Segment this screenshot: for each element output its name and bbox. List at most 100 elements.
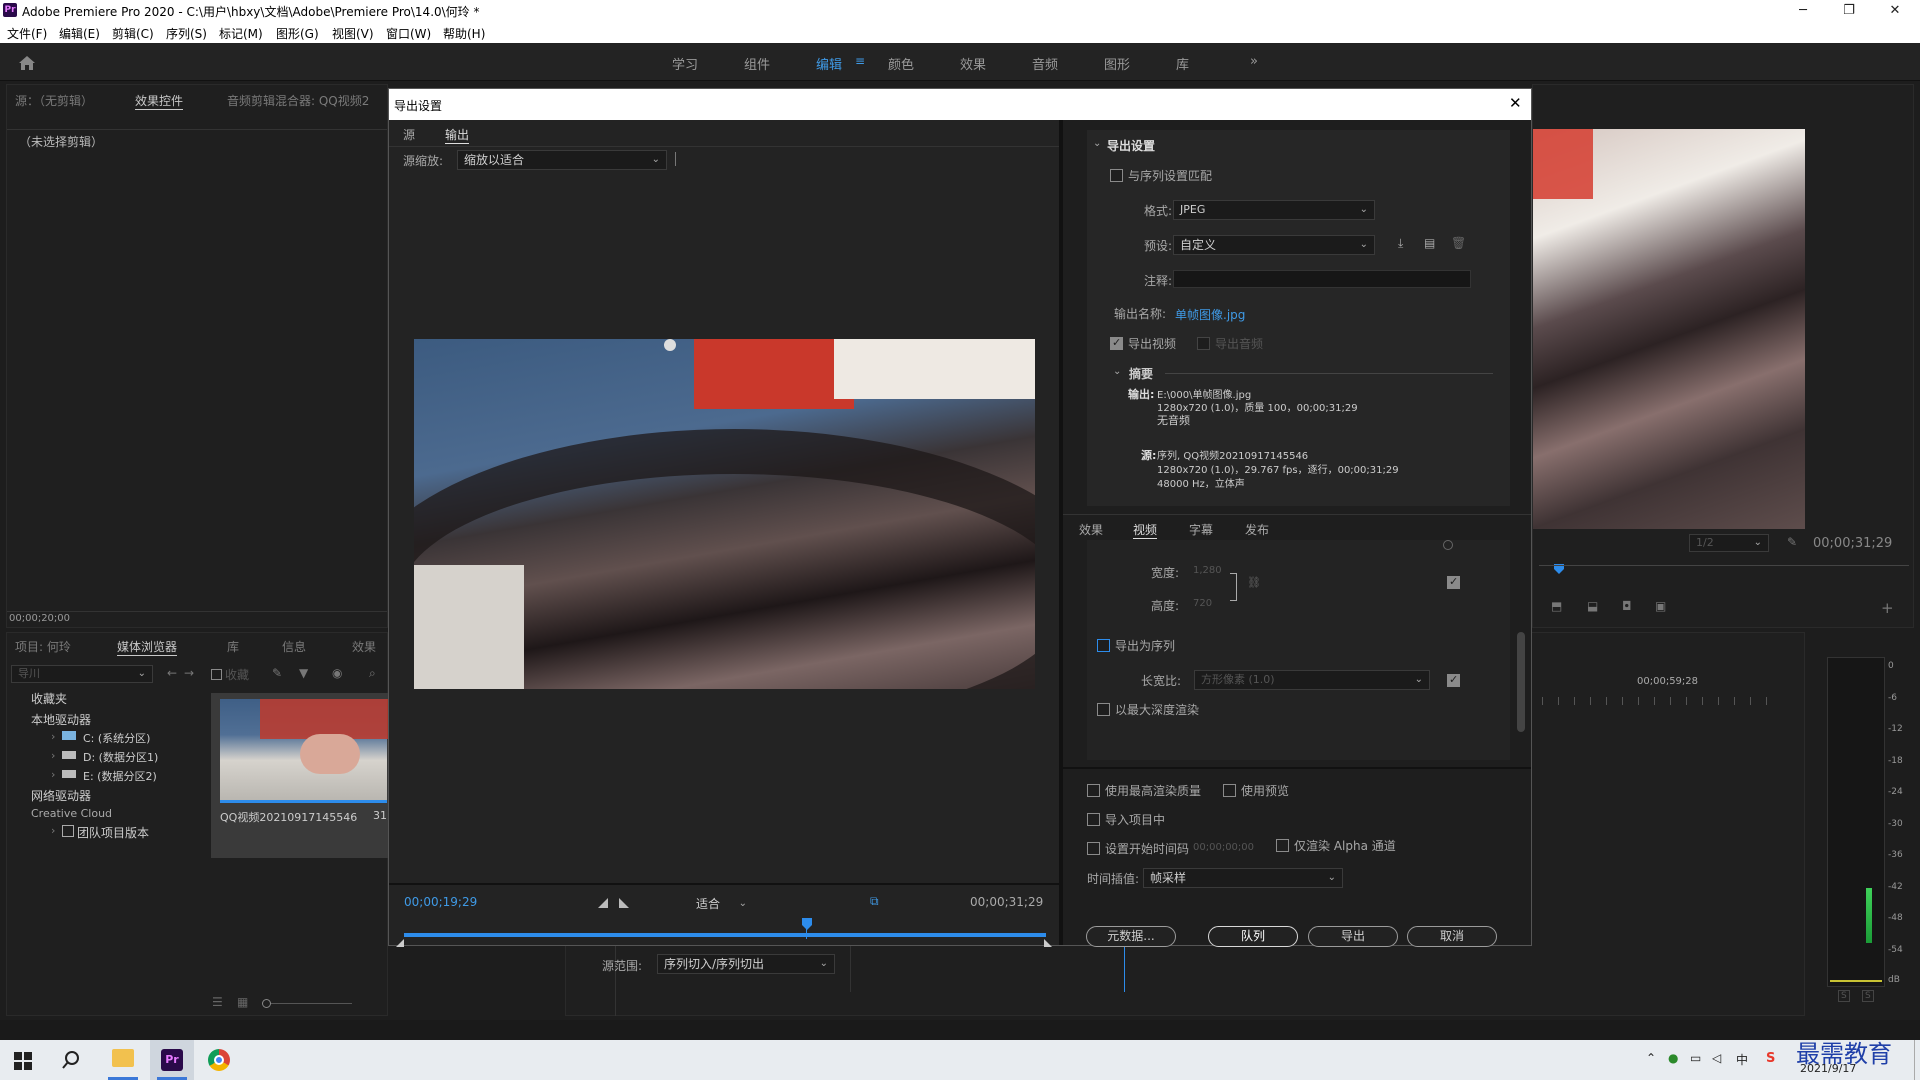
match-sequence-checkbox[interactable]: [1110, 169, 1123, 182]
preset-dropdown[interactable]: 自定义 ⌄: [1173, 235, 1375, 255]
windows-start-icon[interactable]: [14, 1052, 32, 1070]
range-in-handle[interactable]: [395, 938, 405, 948]
close-window-button[interactable]: ✕: [1872, 0, 1918, 21]
max-quality-checkbox[interactable]: [1087, 784, 1100, 797]
tab-effect-controls[interactable]: 效果控件: [135, 92, 184, 110]
settings-scrollbar[interactable]: [1517, 632, 1525, 732]
media-browser-path-dropdown[interactable]: 导川 ⌄: [11, 665, 153, 683]
export-video-checkbox[interactable]: [1110, 336, 1123, 350]
add-button-icon[interactable]: +: [1881, 599, 1894, 617]
delete-preset-icon[interactable]: 🗑: [1451, 236, 1466, 250]
menu-help[interactable]: 帮助(H): [443, 25, 485, 42]
tab-project[interactable]: 项目: 何玲: [15, 638, 71, 655]
sogou-icon[interactable]: S: [1766, 1051, 1775, 1066]
tree-network-drives[interactable]: 网络驱动器: [31, 787, 91, 804]
ws-tab-assembly[interactable]: 组件: [744, 54, 770, 73]
compare-icon[interactable]: ▣: [1655, 599, 1666, 613]
max-depth-checkbox[interactable]: [1097, 703, 1110, 716]
tab-source[interactable]: 源：（无剪辑）: [15, 92, 93, 109]
ws-tab-color[interactable]: 颜色: [888, 54, 914, 73]
camera-icon[interactable]: ◘: [1622, 599, 1632, 613]
menu-edit[interactable]: 编辑(E): [59, 25, 100, 42]
view-eye-icon[interactable]: ◉: [332, 666, 342, 680]
tray-app-icon[interactable]: ●: [1668, 1051, 1678, 1065]
tree-drive-c[interactable]: C: (系统分区): [83, 730, 150, 746]
tab-captions-settings[interactable]: 字幕: [1189, 521, 1213, 538]
list-view-icon[interactable]: ☰: [212, 995, 223, 1009]
range-out-handle[interactable]: [1043, 938, 1053, 948]
dialog-close-button[interactable]: ✕: [1509, 94, 1522, 112]
menu-clip[interactable]: 剪辑(C): [112, 25, 154, 42]
width-value[interactable]: 1,280: [1193, 565, 1222, 576]
export-audio-checkbox[interactable]: [1197, 337, 1210, 350]
fit-dropdown[interactable]: 适合 ⌄: [689, 894, 754, 914]
taskbar-premiere-slot[interactable]: Pr: [150, 1040, 194, 1080]
menu-window[interactable]: 窗口(W): [386, 25, 431, 42]
media-thumbnail-card[interactable]: QQ视频20210917145546 31;2: [211, 693, 398, 858]
search-icon[interactable]: ⌕: [369, 666, 376, 681]
tab-video-settings[interactable]: 视频: [1133, 521, 1158, 539]
tab-publish-settings[interactable]: 发布: [1245, 521, 1269, 538]
menu-marker[interactable]: 标记(M): [219, 25, 263, 42]
quality-slider-handle[interactable]: [1443, 540, 1453, 550]
cancel-button[interactable]: 取消: [1407, 926, 1497, 947]
meter-solo-left[interactable]: S: [1838, 990, 1850, 1002]
aspect-correction-icon[interactable]: ⧉: [870, 894, 879, 909]
ws-tab-learn[interactable]: 学习: [672, 54, 698, 73]
ime-indicator[interactable]: 中: [1736, 1051, 1748, 1068]
menu-sequence[interactable]: 序列(S): [166, 25, 207, 42]
aspect-ratio-dropdown[interactable]: 方形像素 (1.0) ⌄: [1194, 670, 1430, 690]
comment-input[interactable]: [1173, 270, 1471, 288]
collapse-chevron-icon[interactable]: ⌄: [1093, 138, 1101, 149]
queue-button[interactable]: 队列: [1208, 926, 1298, 947]
home-icon[interactable]: [18, 55, 36, 71]
menu-file[interactable]: 文件(F): [7, 25, 47, 42]
import-preset-icon[interactable]: ▤: [1424, 236, 1435, 250]
wrench-icon[interactable]: ✎: [272, 666, 282, 680]
ws-menu-icon[interactable]: ≡: [855, 54, 865, 68]
tree-local-drives[interactable]: 本地驱动器: [31, 711, 91, 728]
source-scale-dropdown[interactable]: 缩放以适合 ⌄: [457, 150, 667, 170]
zoom-slider-handle[interactable]: [262, 999, 271, 1008]
tab-media-browser[interactable]: 媒体浏览器: [117, 638, 178, 656]
tab-effects[interactable]: 效果: [352, 638, 376, 655]
ws-tab-effects[interactable]: 效果: [960, 54, 986, 73]
back-arrow-icon[interactable]: ←: [167, 666, 177, 680]
expand-icon[interactable]: ›: [51, 749, 55, 762]
tab-audio-mixer[interactable]: 音频剪辑混合器: QQ视频2: [227, 92, 369, 109]
export-button[interactable]: 导出: [1308, 926, 1398, 947]
menu-graphics[interactable]: 图形(G): [276, 25, 319, 42]
time-interp-dropdown[interactable]: 帧采样 ⌄: [1143, 868, 1343, 888]
alpha-only-checkbox[interactable]: [1276, 839, 1289, 852]
tree-drive-e[interactable]: E: (数据分区2): [83, 768, 157, 784]
save-preset-icon[interactable]: ⤓: [1398, 236, 1403, 251]
ws-tab-graphics[interactable]: 图形: [1104, 54, 1130, 73]
import-project-checkbox[interactable]: [1087, 813, 1100, 826]
source-range-bar[interactable]: [404, 933, 1046, 937]
meter-solo-right[interactable]: S: [1862, 990, 1874, 1002]
tab-library[interactable]: 库: [227, 638, 239, 655]
tree-team-projects[interactable]: 团队项目版本: [77, 824, 149, 841]
volume-icon[interactable]: ◁: [1712, 1051, 1721, 1065]
tab-output-preview[interactable]: 输出: [445, 126, 470, 144]
preview-playhead-icon[interactable]: [801, 917, 813, 931]
tab-effects-settings[interactable]: 效果: [1079, 521, 1103, 538]
show-desktop-button[interactable]: [1914, 1040, 1920, 1080]
tray-up-arrow-icon[interactable]: ⌃: [1646, 1051, 1656, 1065]
lift-icon[interactable]: ⬒: [1551, 599, 1562, 613]
favorites-checkbox[interactable]: [211, 669, 222, 680]
file-explorer-icon[interactable]: [112, 1049, 134, 1067]
network-icon[interactable]: ▭: [1690, 1051, 1701, 1065]
tree-favorites[interactable]: 收藏夹: [31, 690, 67, 707]
start-timecode-value[interactable]: 00;00;00;00: [1193, 842, 1254, 853]
output-name-link[interactable]: 单帧图像.jpg: [1175, 306, 1245, 323]
match-aspect-checkbox[interactable]: [1447, 673, 1460, 687]
tree-creative-cloud[interactable]: Creative Cloud: [31, 807, 112, 820]
chrome-icon[interactable]: [208, 1049, 230, 1071]
match-source-size-checkbox[interactable]: [1447, 575, 1460, 589]
search-icon[interactable]: [62, 1051, 80, 1069]
height-value[interactable]: 720: [1193, 598, 1212, 609]
use-preview-checkbox[interactable]: [1223, 784, 1236, 797]
menu-view[interactable]: 视图(V): [332, 25, 374, 42]
format-dropdown[interactable]: JPEG ⌄: [1173, 200, 1375, 220]
